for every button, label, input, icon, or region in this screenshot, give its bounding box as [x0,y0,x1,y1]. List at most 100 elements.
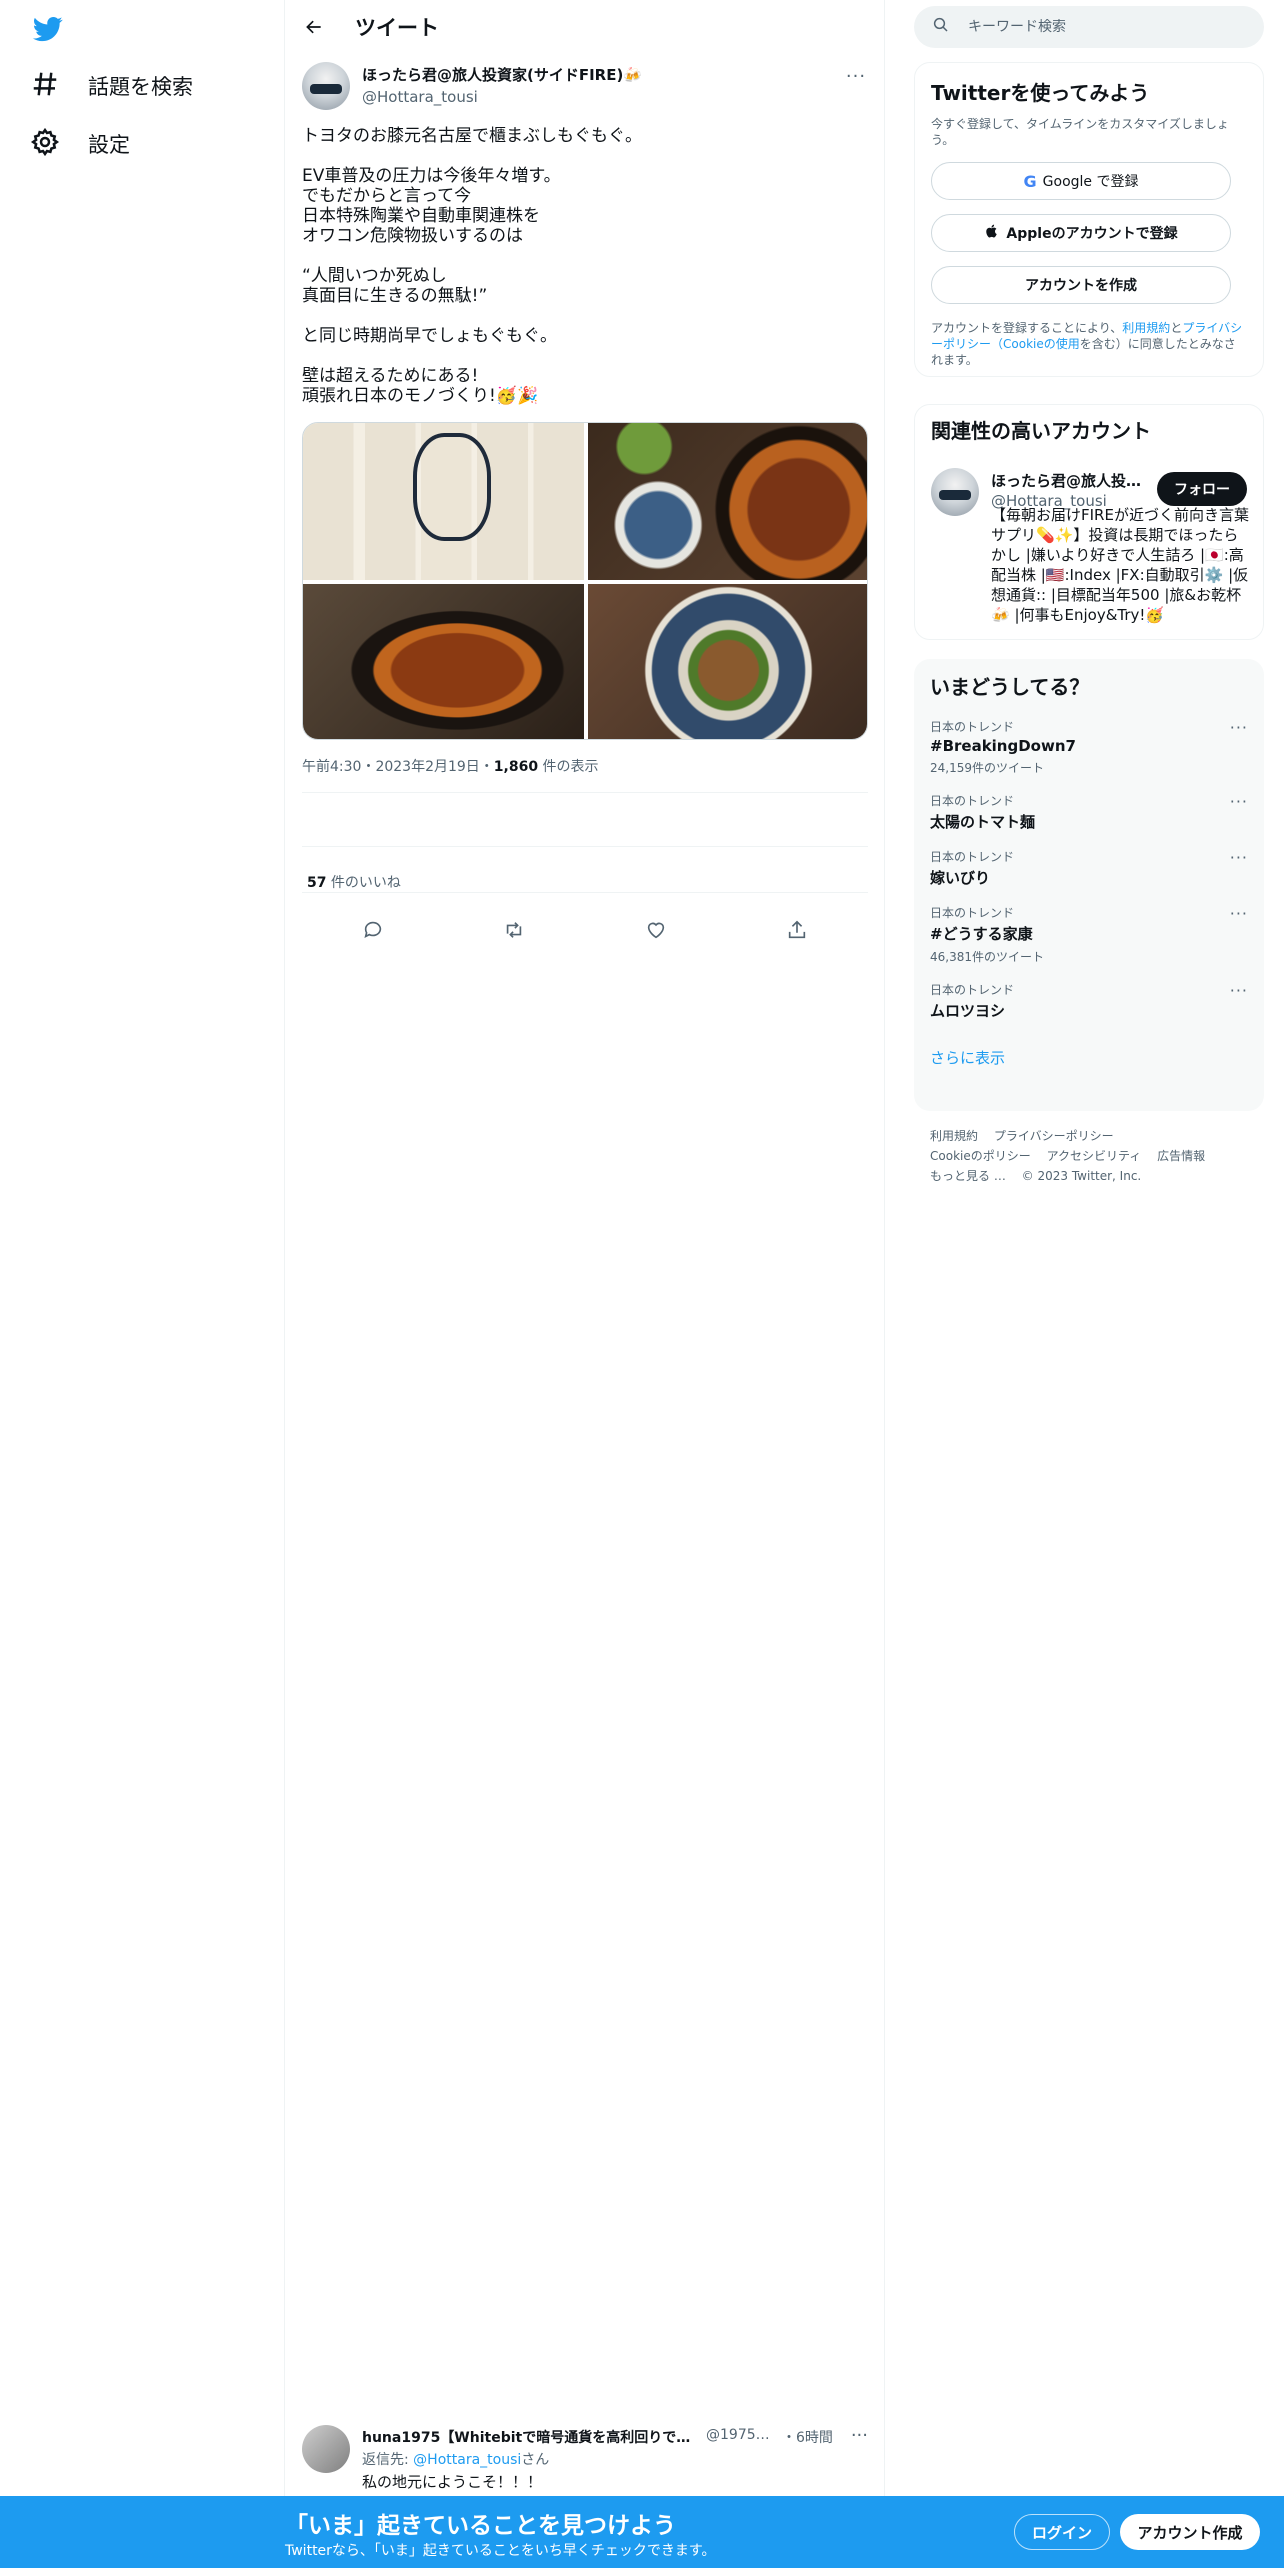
views-count: 1,860 [493,759,539,775]
trend-category: 日本のトレンド [930,906,1015,920]
trend-category: 日本のトレンド [930,983,1015,997]
trends-card: いまどうしてる？ 日本のトレンド #BreakingDown7 24,159件の… [914,659,1264,1111]
twitter-bird-icon[interactable] [30,14,66,44]
back-arrow-icon[interactable] [297,10,331,44]
likes-label: 件のいいね [326,875,401,891]
apple-signup-button[interactable]: Appleのアカウントで登録 [931,214,1231,252]
reply-to-suffix: さん [521,2452,550,2468]
author-name[interactable]: ほったら君@旅人投資家(サイドFIRE)🍻 [362,64,642,85]
banner-title: 「いま」起きていることを見つけよう [285,2513,676,2539]
tweet-photo[interactable] [588,584,867,739]
reply-author-handle[interactable]: @1975Huna [706,2427,776,2447]
signup-card-title: Twitterを使ってみよう [931,81,1150,105]
like-heart-icon[interactable] [645,919,667,945]
tweet-meta: 午前4:30・2023年2月19日・1,860 件の表示 [302,756,599,776]
reply-timestamp[interactable]: ・6時間 [782,2427,833,2447]
follow-button[interactable]: フォロー [1157,472,1247,506]
reply-to-handle-link[interactable]: @Hottara_tousi [413,2452,521,2468]
more-icon[interactable]: ··· [1230,981,1248,1000]
trends-card-title: いまどうしてる？ [930,675,1090,699]
legal-and: と [1170,321,1183,335]
google-g-icon: G [1023,171,1037,191]
show-more-link[interactable]: さらに表示 [930,1047,1248,1068]
share-icon[interactable] [786,919,808,945]
trend-name: 太陽のトマト麺 [930,813,1036,831]
tweet-paragraph: 壁は超えるためにある! 頑張れ日本のモノづくり!🥳🎉 [302,366,539,406]
page-header: ツイート [285,0,885,53]
tweet-paragraph: と同じ時期尚早でしょもぐもぐ。 [302,326,557,346]
trend-item[interactable]: 日本のトレンド 太陽のトマト麺 ··· [930,792,1248,832]
left-sidebar: 話題を検索 設定 [0,0,285,2568]
tweet-media-grid [302,422,868,740]
author-handle[interactable]: @Hottara_tousi [362,88,642,106]
footer-links: 利用規約 プライバシーポリシー Cookieのポリシー アクセシビリティ 広告情… [930,1126,1260,1186]
reply-to-prefix: 返信先: [362,2452,414,2468]
related-account-bio: 【毎朝お届けFIREが近づく前向き言葉サプリ💊✨】投資は長期でほったらかし |嫌… [991,506,1249,624]
footer-privacy-link[interactable]: プライバシーポリシー [994,1129,1114,1143]
sidebar-item-label: 設定 [88,133,130,157]
trend-count: 24,159件のツイート [930,761,1044,775]
reply-text: 私の地元にようこそ！！！ [362,2473,543,2491]
tweet-author: ほったら君@旅人投資家(サイドFIRE)🍻 @Hottara_tousi [302,62,868,110]
trend-name: #BreakingDown7 [930,737,1076,755]
avatar[interactable] [302,2425,350,2473]
footer-terms-link[interactable]: 利用規約 [930,1129,978,1143]
likes-count: 57 [307,875,327,891]
tweet-photo[interactable] [303,584,584,739]
reply-header: huna1975【Whitebitで暗号通貨を高利回りで運用中】 @1975Hu… [362,2427,868,2447]
reply-icon[interactable] [362,919,384,945]
divider [302,792,868,793]
google-signup-button[interactable]: G Google で登録 [931,162,1231,200]
search-input[interactable] [968,19,1248,35]
footer-accessibility-link[interactable]: アクセシビリティ [1047,1149,1142,1163]
tweet: ほったら君@旅人投資家(サイドFIRE)🍻 @Hottara_tousi ···… [302,62,868,939]
gear-icon [30,127,60,161]
retweet-icon[interactable] [503,919,525,945]
footer-cookie-link[interactable]: Cookieのポリシー [930,1149,1031,1163]
likes-stat[interactable]: 57 件のいいね [307,872,401,892]
trend-category: 日本のトレンド [930,720,1015,734]
more-icon[interactable]: ··· [1230,792,1248,811]
trend-item[interactable]: 日本のトレンド ムロツヨシ ··· [930,981,1248,1021]
sidebar-item-settings[interactable]: 設定 [30,116,130,172]
signup-banner: 「いま」起きていることを見つけよう Twitterなら、「いま」起きていることを… [0,2496,1284,2568]
trend-name: 嫁いびり [930,869,991,887]
tweet-paragraph: EV車普及の圧力は今後年々増す。 でもだからと言って今 日本特殊陶業や自動車関連… [302,166,561,246]
apple-icon [984,223,1000,243]
tweet-timestamp[interactable]: 午前4:30・2023年2月19日・ [302,759,494,775]
more-icon[interactable]: ··· [844,66,868,87]
avatar[interactable] [302,62,350,110]
search-icon [914,16,950,38]
signup-button[interactable]: アカウント作成 [1120,2514,1260,2550]
trend-item[interactable]: 日本のトレンド 嫁いびり ··· [930,848,1248,888]
more-icon[interactable]: ··· [1230,718,1248,737]
trend-name: #どうする家康 [930,925,1033,943]
reply-to-line: 返信先: @Hottara_tousiさん [362,2449,549,2469]
create-account-button[interactable]: アカウントを作成 [931,266,1231,304]
footer-more-link[interactable]: もっと見る … [930,1169,1006,1183]
create-account-label: アカウントを作成 [1025,278,1137,294]
more-icon[interactable]: ··· [1230,848,1248,867]
related-account-name[interactable]: ほったら君@旅人投資家(サイドFIRE)🍻 [991,470,1151,491]
apple-signup-label: Appleのアカウントで登録 [1006,226,1178,242]
page-title: ツイート [355,15,439,40]
login-button[interactable]: ログイン [1014,2514,1110,2550]
more-icon[interactable]: ··· [1230,904,1248,923]
views-label: 件の表示 [538,759,599,775]
hashtag-icon [30,69,60,103]
avatar[interactable] [931,468,979,516]
trend-item[interactable]: 日本のトレンド #BreakingDown7 24,159件のツイート ··· [930,718,1248,776]
banner-subtitle: Twitterなら、「いま」起きていることをいち早くチェックできます。 [285,2543,716,2559]
google-signup-label: Google で登録 [1042,174,1139,190]
more-icon[interactable]: ··· [851,2425,868,2446]
footer-ads-link[interactable]: 広告情報 [1157,1149,1205,1163]
tweet-photo[interactable] [588,423,867,580]
related-card-title: 関連性の高いアカウント [931,419,1151,443]
tweet-paragraph: トヨタのお膝元名古屋で櫃まぶしもぐもぐ。 [302,126,642,146]
trend-item[interactable]: 日本のトレンド #どうする家康 46,381件のツイート ··· [930,904,1248,965]
terms-link[interactable]: 利用規約 [1122,321,1170,335]
reply-author-name[interactable]: huna1975【Whitebitで暗号通貨を高利回りで運用中】 [362,2427,692,2447]
search-bar[interactable] [914,6,1264,48]
sidebar-item-explore[interactable]: 話題を検索 [30,58,193,114]
tweet-photo[interactable] [303,423,584,580]
